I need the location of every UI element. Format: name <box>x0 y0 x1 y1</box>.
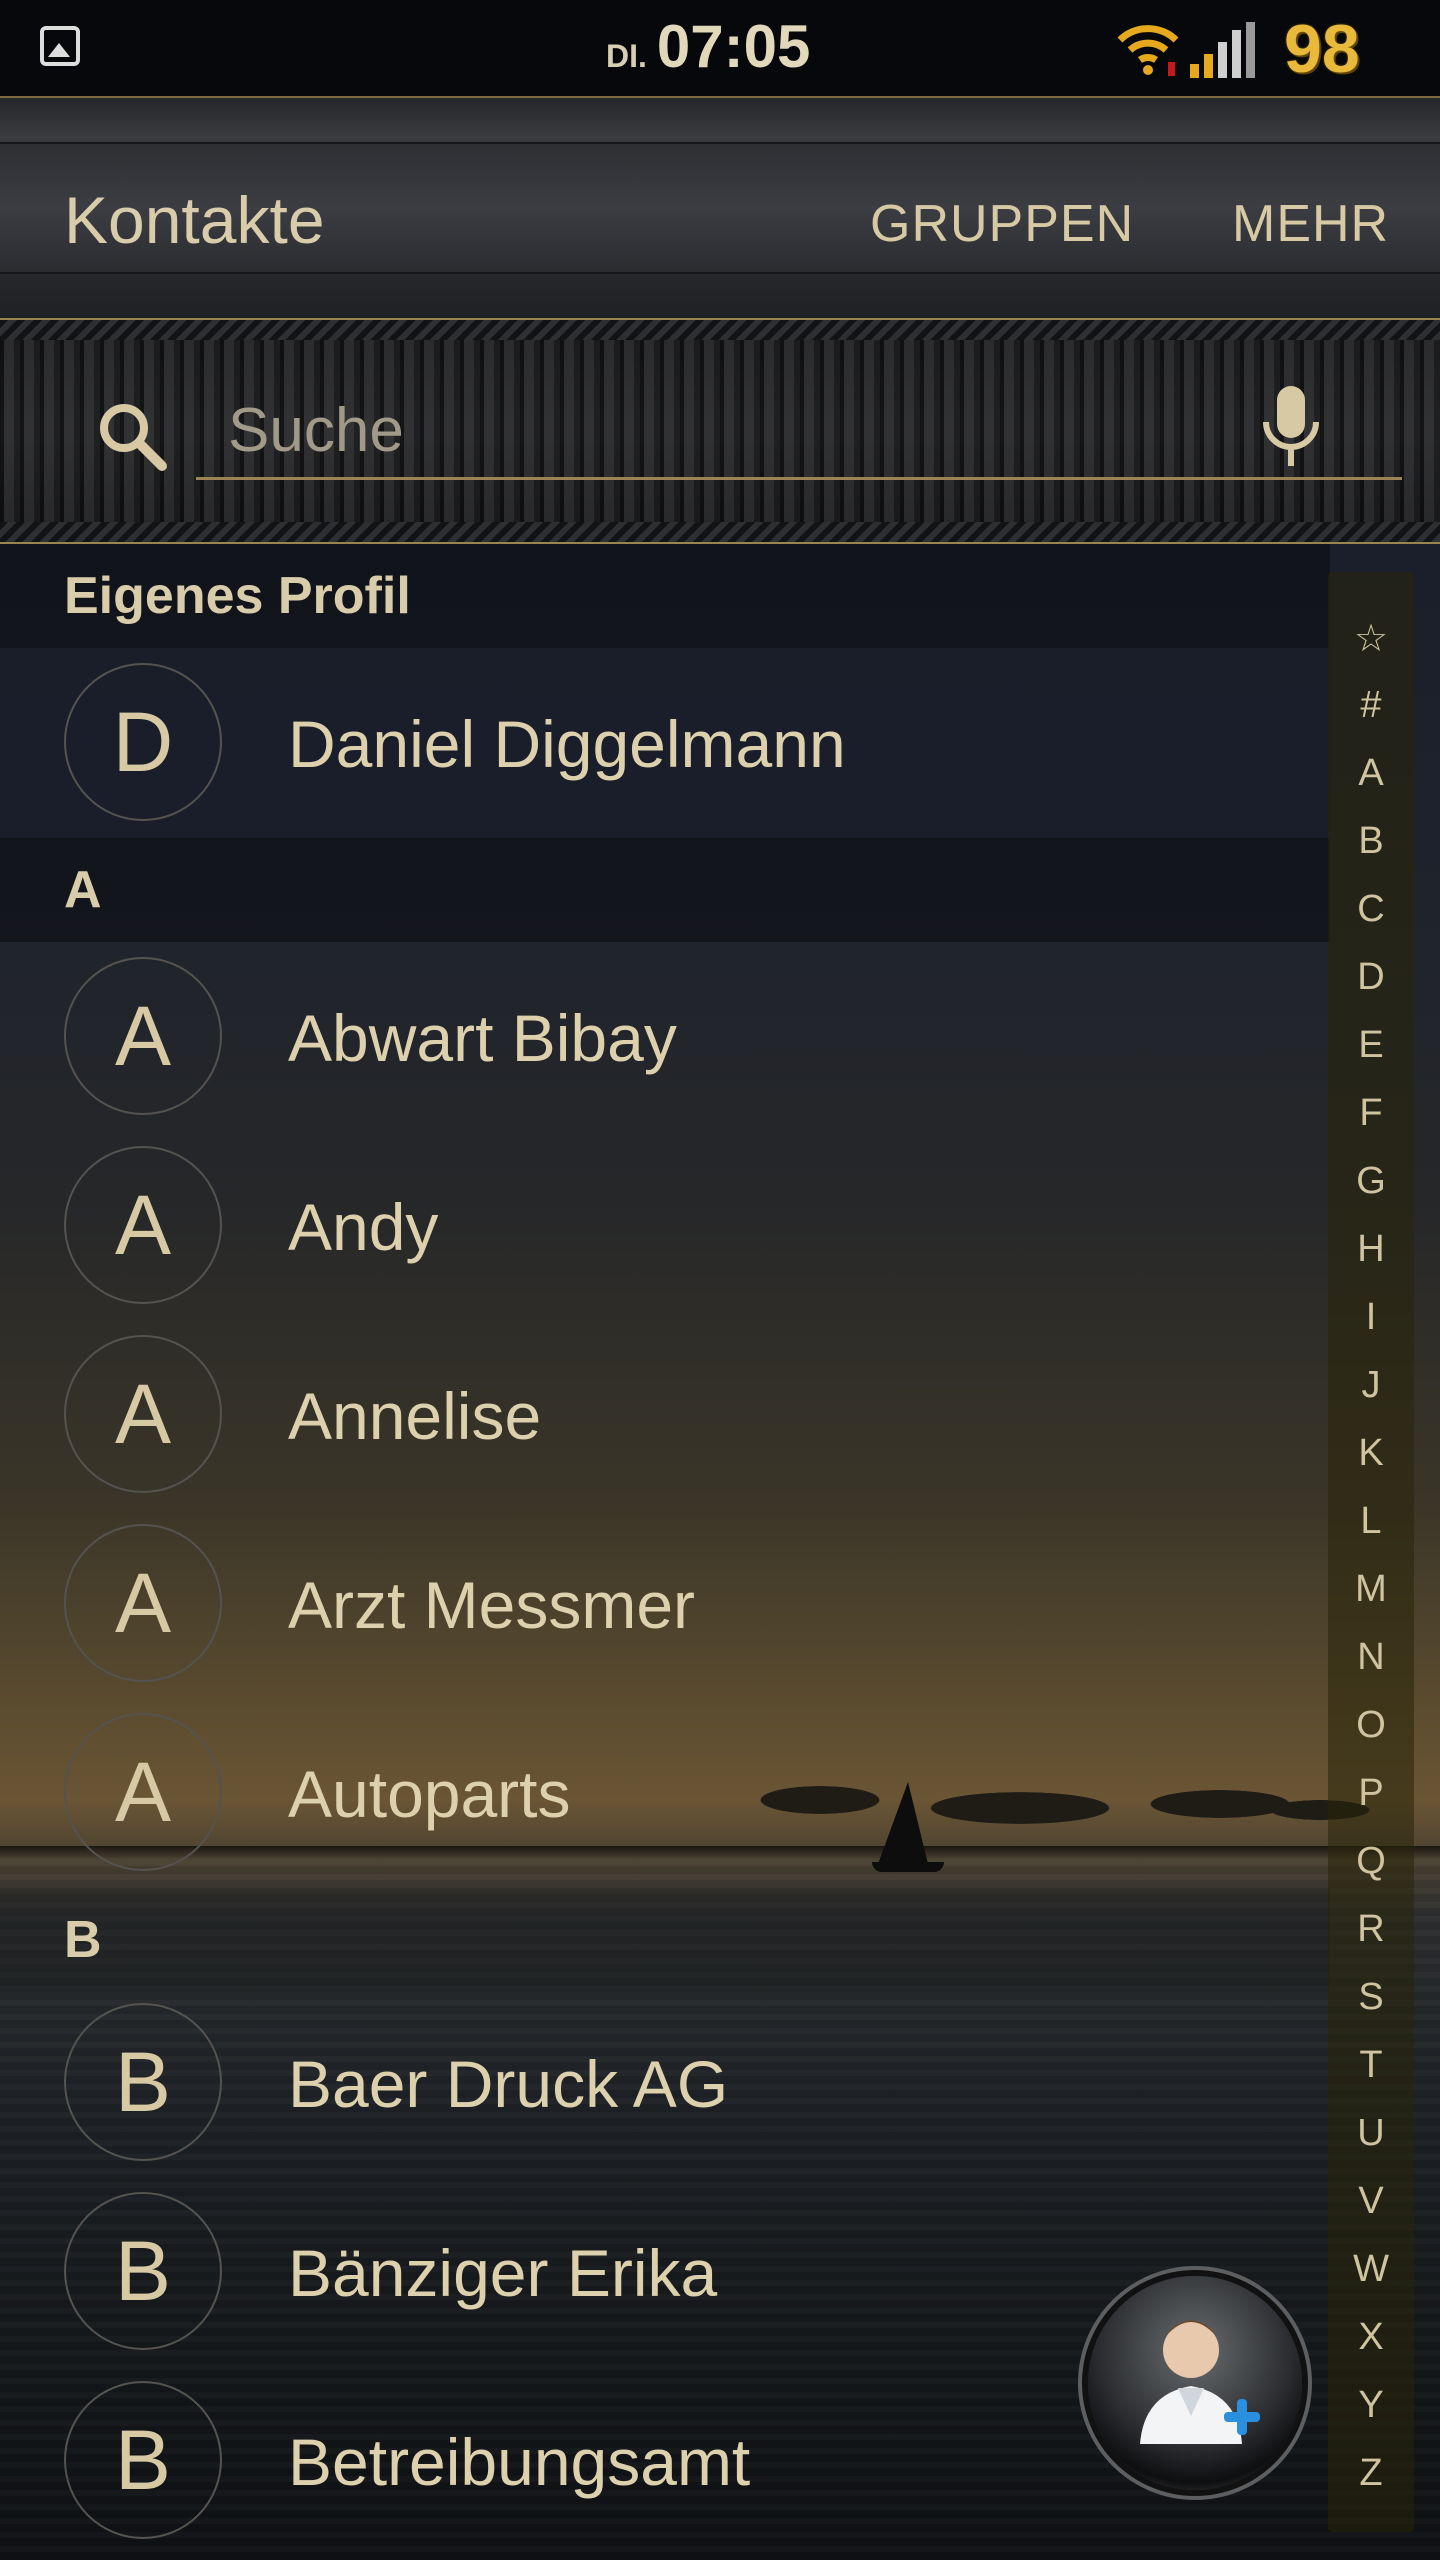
index-letter[interactable]: ☆ <box>1328 616 1414 661</box>
contact-name: Baer Druck AG <box>288 2047 729 2121</box>
section-header-profile: Eigenes Profil <box>0 544 1330 648</box>
add-contact-button[interactable] <box>1088 2276 1302 2490</box>
image-notification-icon <box>40 26 80 66</box>
tab-mehr[interactable]: MEHR <box>1232 194 1389 254</box>
index-letter[interactable]: Y <box>1328 2384 1414 2427</box>
avatar: A <box>64 957 222 1115</box>
index-letter[interactable]: L <box>1328 1500 1414 1543</box>
index-letter[interactable]: F <box>1328 1092 1414 1135</box>
contact-name: Arzt Messmer <box>288 1568 696 1642</box>
section-header-a: A <box>0 838 1330 942</box>
index-letter[interactable]: E <box>1328 1024 1414 1067</box>
contact-name: Daniel Diggelmann <box>288 707 846 781</box>
list-item[interactable]: B Baer Druck AG <box>0 1988 1330 2178</box>
list-item[interactable]: A Andy <box>0 1131 1330 1321</box>
index-letter[interactable]: D <box>1328 956 1414 999</box>
alphabet-index[interactable]: ☆ # A B C D E F G H I J K L M N O P Q R S T U V W X Y Z <box>1328 572 1414 2532</box>
avatar: D <box>64 663 222 821</box>
list-item[interactable]: A Abwart Bibay <box>0 942 1330 1132</box>
status-time: 07:05 <box>656 13 811 80</box>
index-letter[interactable]: W <box>1328 2248 1414 2291</box>
contact-name: Abwart Bibay <box>288 1001 677 1075</box>
index-letter[interactable]: P <box>1328 1772 1414 1815</box>
index-letter[interactable]: # <box>1328 684 1414 727</box>
index-letter[interactable]: X <box>1328 2316 1414 2359</box>
contact-name: Annelise <box>288 1379 542 1453</box>
app-bar: Kontakte GRUPPEN MEHR <box>0 96 1440 320</box>
contact-list: Eigenes Profil D Daniel Diggelmann A A A… <box>0 544 1330 2560</box>
microphone-icon[interactable] <box>1258 382 1324 472</box>
avatar: B <box>64 2003 222 2161</box>
tab-gruppen[interactable]: GRUPPEN <box>870 194 1134 254</box>
contact-name: Andy <box>288 1190 439 1264</box>
list-item[interactable]: A Arzt Messmer <box>0 1509 1330 1699</box>
contact-name: Betreibungsamt <box>288 2425 751 2499</box>
avatar: A <box>64 1146 222 1304</box>
contact-name: Autoparts <box>288 1757 571 1831</box>
index-letter[interactable]: Z <box>1328 2452 1414 2495</box>
index-letter[interactable]: T <box>1328 2044 1414 2087</box>
index-letter[interactable]: R <box>1328 1908 1414 1951</box>
battery-level: 98 <box>1284 11 1360 87</box>
list-item[interactable]: A Autoparts <box>0 1698 1330 1888</box>
index-letter[interactable]: O <box>1328 1704 1414 1747</box>
index-letter[interactable]: Q <box>1328 1840 1414 1883</box>
avatar: A <box>64 1524 222 1682</box>
index-letter[interactable]: A <box>1328 752 1414 795</box>
signal-icon <box>1190 22 1255 78</box>
index-letter[interactable]: C <box>1328 888 1414 931</box>
section-header-b: B <box>0 1888 1330 1992</box>
avatar: A <box>64 1335 222 1493</box>
profile-row[interactable]: D Daniel Diggelmann <box>0 648 1330 838</box>
status-day: DI. <box>606 38 647 74</box>
avatar: B <box>64 2192 222 2350</box>
list-item[interactable]: A Annelise <box>0 1320 1330 1510</box>
wifi-icon <box>1117 25 1179 76</box>
app-bar-inner: Kontakte GRUPPEN MEHR <box>0 144 1440 272</box>
contact-name: Bänziger Erika <box>288 2236 718 2310</box>
status-bar: DI. 07:05 98 <box>0 0 1440 96</box>
index-letter[interactable]: I <box>1328 1296 1414 1339</box>
search-bar <box>0 320 1440 544</box>
add-person-icon <box>1140 2320 1260 2444</box>
search-input[interactable] <box>196 384 1402 480</box>
index-letter[interactable]: U <box>1328 2112 1414 2155</box>
index-letter[interactable]: N <box>1328 1636 1414 1679</box>
index-letter[interactable]: J <box>1328 1364 1414 1407</box>
page-title: Kontakte <box>64 183 325 257</box>
search-icon[interactable] <box>92 396 172 476</box>
index-letter[interactable]: M <box>1328 1568 1414 1611</box>
status-clock-group: DI. 07:05 <box>606 12 810 82</box>
index-letter[interactable]: B <box>1328 820 1414 863</box>
index-letter[interactable]: G <box>1328 1160 1414 1203</box>
avatar: A <box>64 1713 222 1871</box>
index-letter[interactable]: V <box>1328 2180 1414 2223</box>
index-letter[interactable]: S <box>1328 1976 1414 2019</box>
index-letter[interactable]: K <box>1328 1432 1414 1475</box>
avatar: B <box>64 2381 222 2539</box>
index-letter[interactable]: H <box>1328 1228 1414 1271</box>
